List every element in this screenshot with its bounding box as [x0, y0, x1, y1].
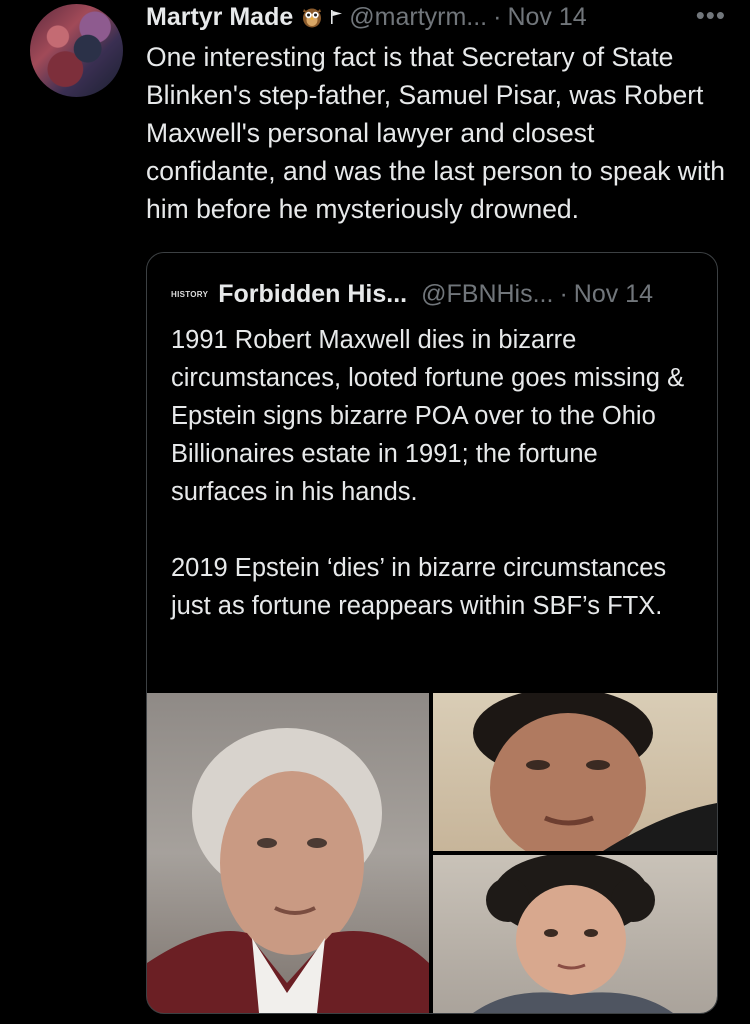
flag-icon: [331, 10, 343, 24]
author-handle[interactable]: @martyrm...: [349, 3, 487, 32]
media-grid: [147, 693, 717, 1013]
history-logo-icon: HISTORY: [171, 289, 209, 299]
separator-dot: ·: [493, 2, 502, 31]
quoted-tweet-text: 1991 Robert Maxwell dies in bizarre circ…: [171, 321, 701, 663]
tweet-date[interactable]: Nov 14: [507, 3, 586, 32]
photo-man-dark-hair[interactable]: [433, 693, 717, 851]
photo-man-grey-hair[interactable]: [147, 693, 429, 1013]
quoted-tweet[interactable]: HISTORY Forbidden His... @FBNHis... · No…: [146, 252, 718, 1014]
quoted-author-name[interactable]: Forbidden His...: [218, 280, 407, 309]
quoted-paragraph-2: 2019 Epstein ‘dies’ in bizarre circumsta…: [171, 554, 667, 620]
avatar[interactable]: [30, 4, 123, 97]
photo-young-man-curly-hair[interactable]: [433, 855, 717, 1013]
more-options-icon[interactable]: •••: [696, 0, 726, 31]
quoted-tweet-date[interactable]: Nov 14: [574, 280, 653, 309]
quoted-paragraph-1: 1991 Robert Maxwell dies in bizarre circ…: [171, 326, 685, 506]
quoted-author-handle[interactable]: @FBNHis...: [421, 280, 553, 309]
author-name[interactable]: Martyr Made: [146, 3, 293, 32]
owl-emoji-icon: [301, 6, 323, 28]
quoted-tweet-header: HISTORY Forbidden His... @FBNHis... · No…: [171, 277, 711, 311]
separator-dot: ·: [559, 279, 568, 308]
tweet-header: Martyr Made @martyrm... · Nov 14 •••: [146, 0, 726, 34]
tweet-text: One interesting fact is that Secretary o…: [146, 42, 725, 224]
